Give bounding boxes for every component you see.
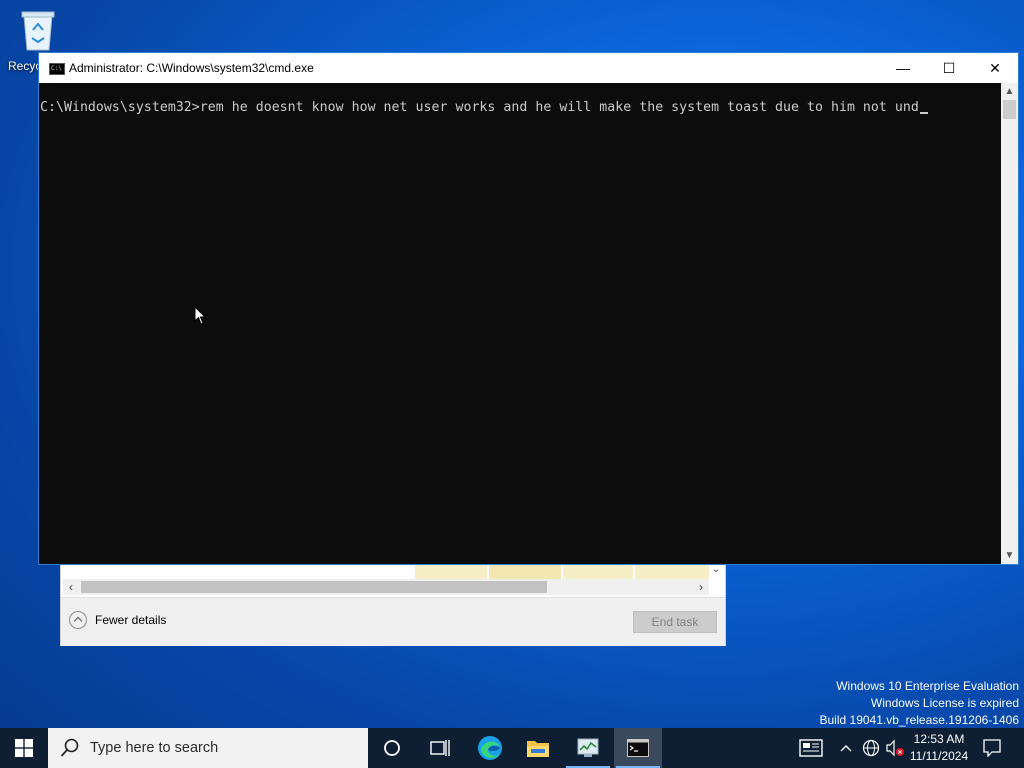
show-hidden-icons-button[interactable]: [836, 728, 856, 768]
end-task-button[interactable]: End task: [633, 611, 717, 633]
chevron-up-icon: [69, 611, 87, 629]
news-widget-button[interactable]: [794, 728, 828, 768]
horizontal-scrollbar[interactable]: ‹ ›: [63, 579, 709, 595]
scroll-left-icon[interactable]: ‹: [63, 579, 79, 595]
scroll-down-icon[interactable]: ⌄: [709, 563, 723, 577]
grid-cell: [489, 565, 561, 579]
cortana-button[interactable]: [368, 728, 416, 768]
window-title: Administrator: C:\Windows\system32\cmd.e…: [69, 61, 314, 75]
notification-icon: [983, 739, 1001, 757]
task-view-button[interactable]: [416, 728, 464, 768]
task-view-icon: [430, 740, 450, 756]
network-globe-icon: [862, 739, 880, 757]
activation-watermark: Windows 10 Enterprise Evaluation Windows…: [820, 678, 1020, 729]
watermark-edition: Windows 10 Enterprise Evaluation: [836, 679, 1019, 693]
task-manager-icon: [577, 738, 599, 757]
console-output[interactable]: C:\Windows\system32>rem he doesnt know h…: [39, 83, 1001, 564]
command-prompt-button[interactable]: [614, 728, 662, 768]
grid-cell: [563, 565, 633, 579]
task-manager-window: ⌄ ‹ › Fewer details End task: [60, 560, 726, 646]
scroll-right-icon[interactable]: ›: [693, 579, 709, 595]
console-line: C:\Windows\system32>rem he doesnt know h…: [40, 100, 928, 115]
console-scrollbar[interactable]: ▲ ▼: [1001, 83, 1018, 564]
cmd-title-bar[interactable]: C:\ Administrator: C:\Windows\system32\c…: [39, 53, 1018, 83]
file-explorer-button[interactable]: [514, 728, 562, 768]
folder-icon: [527, 741, 549, 757]
cmd-icon: C:\: [49, 63, 65, 75]
scrollbar-thumb[interactable]: [1003, 100, 1016, 119]
watermark-license: Windows License is expired: [870, 696, 1019, 710]
fewer-details-button[interactable]: Fewer details: [69, 611, 166, 629]
taskbar: Type here to search 12:53 AM 11/11/2024: [0, 728, 1024, 768]
minimize-button[interactable]: —: [880, 53, 926, 83]
volume-muted-icon: [886, 739, 904, 757]
edge-button[interactable]: [466, 728, 514, 768]
text-cursor: [919, 112, 928, 114]
chevron-up-icon: [840, 745, 852, 752]
news-icon: [799, 739, 823, 757]
scroll-down-icon[interactable]: ▼: [1001, 547, 1018, 564]
recycle-bin-graphic: [18, 8, 58, 52]
grid-cell: [415, 565, 487, 579]
cmd-icon: [627, 739, 649, 757]
edge-icon: [478, 736, 502, 760]
task-manager-button[interactable]: [564, 728, 612, 768]
close-button[interactable]: ✕: [972, 53, 1018, 83]
scrollbar-thumb[interactable]: [81, 581, 547, 593]
clock[interactable]: 12:53 AM 11/11/2024: [904, 731, 974, 765]
clock-time: 12:53 AM: [913, 732, 965, 746]
grid-cell: [635, 565, 709, 579]
mouse-pointer-icon: [194, 306, 207, 325]
watermark-build: Build 19041.vb_release.191206-1406: [819, 713, 1020, 727]
prompt-text: C:\Windows\system32>: [40, 100, 200, 115]
network-button[interactable]: [860, 728, 882, 768]
start-button[interactable]: [0, 728, 48, 768]
recycle-bin-label[interactable]: Recyc: [8, 59, 41, 73]
windows-logo-icon: [15, 739, 33, 757]
task-manager-footer: Fewer details End task: [61, 597, 725, 646]
action-center-button[interactable]: [978, 728, 1006, 768]
volume-button[interactable]: [884, 728, 906, 768]
recycle-bin-icon[interactable]: [6, 8, 70, 56]
maximize-button[interactable]: ☐: [926, 53, 972, 83]
search-placeholder: Type here to search: [90, 740, 219, 756]
scroll-up-icon[interactable]: ▲: [1001, 83, 1018, 100]
circle-icon: [384, 740, 400, 756]
clock-date: 11/11/2024: [909, 749, 969, 763]
typed-command: rem he doesnt know how net user works an…: [199, 100, 919, 115]
search-box[interactable]: Type here to search: [48, 728, 368, 768]
fewer-details-label: Fewer details: [95, 613, 167, 627]
search-icon: [60, 738, 79, 757]
cmd-window[interactable]: C:\ Administrator: C:\Windows\system32\c…: [38, 52, 1019, 565]
